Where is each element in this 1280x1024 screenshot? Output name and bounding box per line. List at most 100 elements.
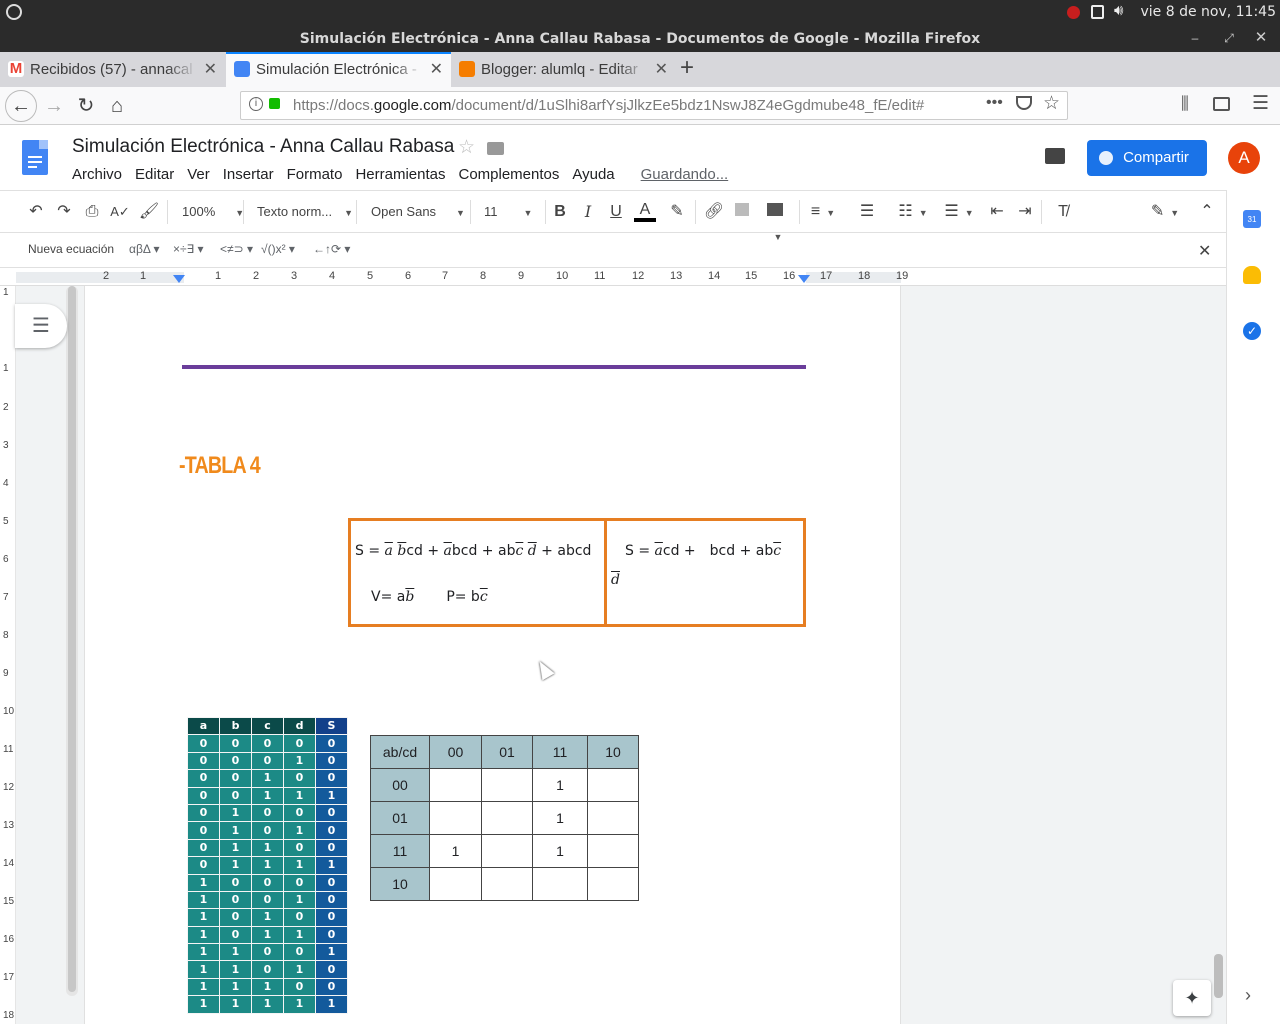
folder-icon[interactable]	[487, 142, 504, 155]
kmap-cell[interactable]	[429, 867, 482, 901]
kmap-cell[interactable]	[587, 801, 639, 835]
font-select[interactable]: Open Sans ▼	[371, 200, 465, 224]
kmap-cell[interactable]	[587, 834, 639, 868]
clear-formatting-icon[interactable]: T̸	[1052, 200, 1074, 224]
keep-icon[interactable]	[1243, 266, 1261, 284]
kmap-cell[interactable]	[587, 768, 639, 802]
forward-icon[interactable]: →	[40, 92, 68, 120]
document-title[interactable]: Simulación Electrónica - Anna Callau Rab…	[72, 136, 454, 158]
more-icon[interactable]: •••	[986, 94, 1003, 112]
decrease-indent-icon[interactable]: ⇤	[986, 200, 1008, 224]
share-button[interactable]: Compartir	[1087, 140, 1207, 176]
star-icon[interactable]: ☆	[458, 136, 475, 159]
menu-herramientas[interactable]: Herramientas	[355, 166, 445, 183]
zoom-select[interactable]: 100% ▼	[182, 200, 244, 224]
numbered-list-icon[interactable]: ☷ ▼	[895, 200, 931, 224]
menu-icon[interactable]: ☰	[1252, 92, 1269, 115]
home-icon[interactable]: ⌂	[103, 92, 131, 120]
close-icon[interactable]: ✕	[1252, 29, 1270, 47]
right-indent-marker[interactable]	[798, 275, 810, 283]
relations-menu[interactable]: <≠⊃ ▾	[220, 242, 253, 256]
insert-image-icon[interactable]: ▼	[760, 200, 790, 242]
print-icon[interactable]: ⎙	[81, 200, 103, 224]
align-icon[interactable]: ≡ ▼	[808, 200, 838, 224]
record-icon[interactable]	[1067, 6, 1080, 19]
docs-logo-icon[interactable]	[22, 140, 48, 175]
font-size-select[interactable]: 11 ▼	[484, 200, 532, 224]
menu-archivo[interactable]: Archivo	[72, 166, 122, 183]
calendar-icon[interactable]: 31	[1243, 210, 1261, 228]
close-equation-icon[interactable]: ✕	[1198, 241, 1211, 261]
kmap-cell[interactable]	[481, 867, 533, 901]
volume-icon[interactable]: 🔊︎	[1114, 2, 1123, 19]
misc-operations-menu[interactable]: ×÷∃ ▾	[173, 242, 204, 256]
kmap-cell[interactable]: 1	[532, 801, 588, 835]
comments-icon[interactable]	[1045, 148, 1065, 164]
left-indent-marker[interactable]	[173, 275, 185, 283]
kmap-cell[interactable]	[429, 768, 482, 802]
math-operators-menu[interactable]: √()x² ▾	[261, 242, 295, 256]
italic-icon[interactable]: I	[577, 200, 599, 224]
truth-table-image[interactable]: abcdS 0000000010001000011101000010100110…	[187, 717, 348, 1014]
kmap-cell[interactable]	[429, 801, 482, 835]
tab-close-icon[interactable]: ✕	[204, 52, 217, 87]
kmap-cell[interactable]	[587, 867, 639, 901]
scrollbar-thumb[interactable]	[1214, 954, 1223, 998]
tasks-icon[interactable]: ✓	[1243, 322, 1261, 340]
menu-ayuda[interactable]: Ayuda	[572, 166, 614, 183]
kmap-cell[interactable]	[481, 834, 533, 868]
kmap-cell[interactable]	[481, 768, 533, 802]
back-icon[interactable]: ←	[5, 90, 37, 122]
undo-icon[interactable]: ↶	[25, 200, 47, 224]
menu-ver[interactable]: Ver	[187, 166, 210, 183]
arrows-menu[interactable]: ←↑⟳ ▾	[313, 242, 350, 256]
tab-gmail[interactable]: M Recibidos (57) - annacal ✕	[0, 52, 225, 87]
paint-format-icon[interactable]: 🖌︎	[138, 200, 160, 224]
menu-insertar[interactable]: Insertar	[223, 166, 274, 183]
menu-complementos[interactable]: Complementos	[458, 166, 559, 183]
increase-indent-icon[interactable]: ⇥	[1014, 200, 1036, 224]
outline-icon[interactable]: ☰	[15, 304, 67, 348]
kmap-cell[interactable]: 1	[532, 768, 588, 802]
clipboard-icon[interactable]	[1091, 5, 1104, 19]
maximize-icon[interactable]: ⤢	[1220, 29, 1238, 47]
redo-icon[interactable]: ↷	[53, 200, 75, 224]
tab-close-icon[interactable]: ✕	[655, 52, 668, 87]
kmap-cell[interactable]	[532, 867, 588, 901]
insert-comment-icon[interactable]	[731, 200, 753, 224]
avatar[interactable]: A	[1228, 142, 1260, 174]
page-scrollbar[interactable]	[1212, 286, 1225, 1024]
outline-scrollbar[interactable]	[66, 286, 78, 996]
lock-icon[interactable]	[269, 98, 280, 109]
underline-icon[interactable]: U	[605, 200, 627, 224]
link-icon[interactable]: 🔗︎	[703, 200, 725, 224]
editing-mode-icon[interactable]: ✎ ▼	[1147, 200, 1183, 224]
tab-blogger[interactable]: Blogger: alumlq - Editar ✕	[451, 52, 676, 87]
explore-icon[interactable]: ✦	[1173, 980, 1211, 1016]
line-spacing-icon[interactable]: ☰	[856, 200, 878, 224]
text-color-icon[interactable]: A	[634, 200, 656, 222]
greek-letters-menu[interactable]: αβΔ ▾	[129, 242, 160, 256]
info-icon[interactable]: i	[249, 97, 263, 111]
sidebar-icon[interactable]	[1213, 97, 1230, 111]
bookmark-star-icon[interactable]: ☆	[1043, 92, 1060, 115]
kmap-cell[interactable]: 1	[532, 834, 588, 868]
new-tab-icon[interactable]: +	[680, 54, 694, 82]
kmap-cell[interactable]: 1	[429, 834, 482, 868]
reload-icon[interactable]: ↻	[72, 92, 100, 120]
karnaugh-map[interactable]: ab/cd 00 01 11 10 00 1 01 1 11 1 1 10	[370, 735, 639, 901]
collapse-icon[interactable]: ⌃	[1196, 200, 1218, 224]
tab-docs[interactable]: Simulación Electrónica - ✕	[226, 52, 451, 87]
clock[interactable]: vie 8 de nov, 11:45	[1140, 4, 1276, 20]
bold-icon[interactable]: B	[549, 200, 571, 224]
kmap-cell[interactable]	[481, 801, 533, 835]
style-select[interactable]: Texto norm... ▼	[257, 200, 353, 224]
expand-panel-icon[interactable]: ›	[1245, 985, 1251, 1006]
url-bar[interactable]: https://docs.google.com/document/d/1uSlh…	[240, 91, 1068, 120]
spellcheck-icon[interactable]: A✓	[109, 200, 131, 224]
menu-formato[interactable]: Formato	[287, 166, 343, 183]
bulleted-list-icon[interactable]: ☰ ▼	[941, 200, 977, 224]
tab-close-icon[interactable]: ✕	[430, 54, 443, 85]
new-equation-button[interactable]: Nueva ecuación	[28, 242, 114, 256]
menu-editar[interactable]: Editar	[135, 166, 174, 183]
